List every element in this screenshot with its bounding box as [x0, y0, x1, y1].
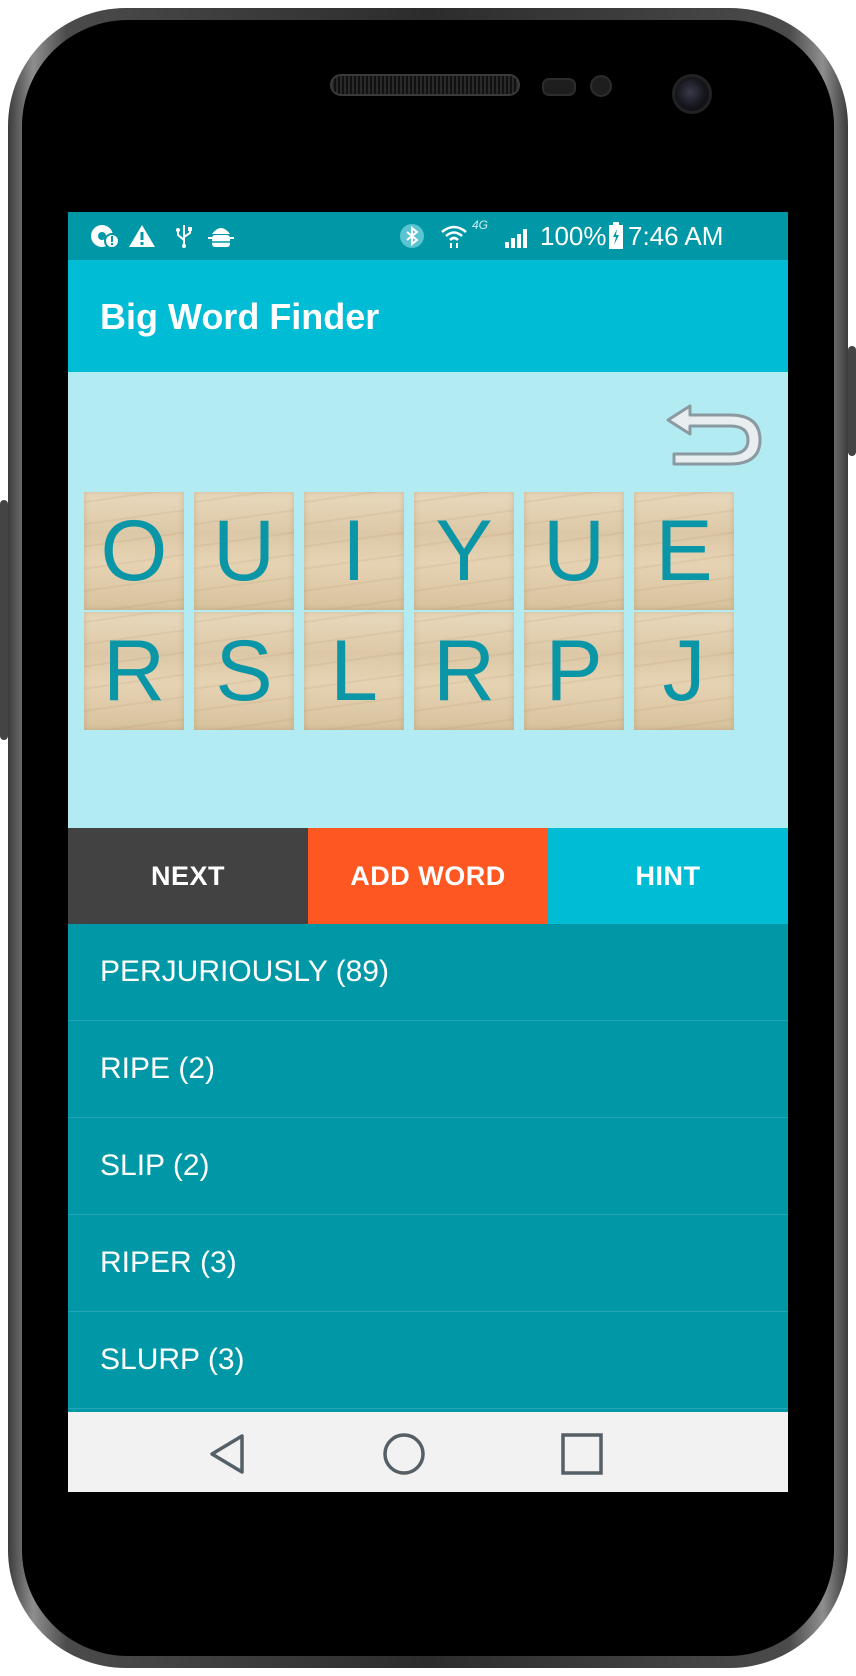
- letter-tile[interactable]: Y: [414, 492, 514, 610]
- word-list-item[interactable]: PERJURIOUSLY (89): [68, 924, 788, 1021]
- recents-icon[interactable]: [558, 1430, 606, 1478]
- word-list[interactable]: PERJURIOUSLY (89) RIPE (2) SLIP (2) RIPE…: [68, 924, 788, 1412]
- status-bar: 4G 100% 7:46 AM: [68, 212, 788, 260]
- letter-tile[interactable]: U: [524, 492, 624, 610]
- chrome-icon: [91, 225, 120, 248]
- warning-icon: [129, 225, 155, 247]
- letter-board: O U I Y U E R S L R P J: [68, 372, 788, 828]
- tile-letter: Y: [435, 502, 493, 599]
- bluetooth-icon: [400, 224, 424, 248]
- android-debug-icon: [208, 228, 234, 247]
- tile-letter: R: [432, 622, 496, 719]
- usb-icon: [176, 225, 192, 248]
- navigation-bar: [68, 1412, 788, 1492]
- tile-letter: E: [655, 502, 713, 599]
- battery-charging-icon: [609, 222, 623, 249]
- word-list-item[interactable]: RIPER (3): [68, 1215, 788, 1312]
- letter-tile[interactable]: S: [194, 612, 294, 730]
- letter-tile[interactable]: U: [194, 492, 294, 610]
- network-type-label: 4G: [472, 218, 489, 232]
- letter-tile[interactable]: P: [524, 612, 624, 730]
- signal-icon: [505, 229, 527, 248]
- wifi-icon: [441, 225, 467, 248]
- earpiece-speaker: [330, 74, 520, 96]
- volume-button: [0, 500, 8, 740]
- undo-arrow-icon[interactable]: [660, 402, 766, 468]
- letter-tile[interactable]: O: [84, 492, 184, 610]
- add-word-button[interactable]: ADD WORD: [308, 828, 548, 924]
- front-camera: [672, 74, 712, 114]
- power-button: [848, 346, 856, 456]
- action-button-row: NEXT ADD WORD HINT: [68, 828, 788, 924]
- hint-button[interactable]: HINT: [548, 828, 788, 924]
- proximity-sensor: [542, 78, 576, 96]
- tile-letter: S: [215, 622, 273, 719]
- letter-tile[interactable]: R: [414, 612, 514, 730]
- word-list-item[interactable]: SLURP (3): [68, 1312, 788, 1409]
- word-list-item[interactable]: SLIP (2): [68, 1118, 788, 1215]
- letter-tile[interactable]: I: [304, 492, 404, 610]
- next-button[interactable]: NEXT: [68, 828, 308, 924]
- tile-letter: P: [545, 622, 603, 719]
- letter-tile[interactable]: J: [634, 612, 734, 730]
- back-icon[interactable]: [204, 1430, 252, 1478]
- screen: 4G 100% 7:46 AM Big Word Finder O U I Y …: [68, 212, 788, 1492]
- tile-letter: J: [662, 622, 706, 719]
- app-title: Big Word Finder: [100, 296, 380, 337]
- letter-tile[interactable]: R: [84, 612, 184, 730]
- word-list-item[interactable]: RIPE (2): [68, 1021, 788, 1118]
- battery-percent: 100%: [540, 221, 607, 251]
- letter-tile[interactable]: L: [304, 612, 404, 730]
- tile-letter: R: [102, 622, 166, 719]
- tile-letter: U: [542, 502, 606, 599]
- letter-tile[interactable]: E: [634, 492, 734, 610]
- tile-letter: L: [330, 622, 378, 719]
- app-bar: Big Word Finder: [68, 260, 788, 372]
- home-icon[interactable]: [380, 1430, 428, 1478]
- clock: 7:46 AM: [628, 221, 724, 251]
- tile-letter: U: [212, 502, 276, 599]
- tile-letter: I: [342, 502, 366, 599]
- tile-letter: O: [100, 502, 168, 599]
- light-sensor: [590, 75, 612, 97]
